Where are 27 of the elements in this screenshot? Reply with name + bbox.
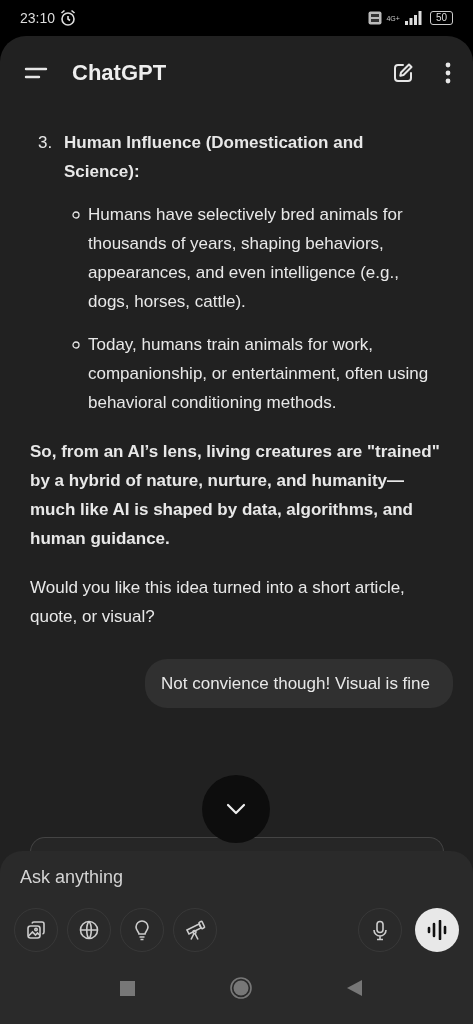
bullet-icon bbox=[72, 341, 80, 349]
list-number: 3. bbox=[38, 132, 54, 154]
voice-mode-button[interactable] bbox=[415, 908, 459, 952]
bullet-icon bbox=[72, 211, 80, 219]
recent-apps-icon[interactable] bbox=[119, 980, 135, 996]
image-icon bbox=[25, 919, 47, 941]
user-message: Not convience though! Visual is fine bbox=[145, 659, 453, 708]
waveform-icon bbox=[426, 920, 448, 940]
home-icon[interactable] bbox=[229, 977, 252, 999]
chevron-down-icon bbox=[226, 803, 246, 815]
menu-icon bbox=[24, 65, 48, 81]
summary-text: So, from an AI’s lens, living creatures are "trained" by a hybrid of nature, nurture, and humanity—much like AI is shaped by data, algorithms, and human guidance. bbox=[30, 441, 441, 550]
battery-indicator: 50 bbox=[429, 11, 453, 25]
bullet-text: Today, humans train animals for work, companionship, or entertainment, often using behavioral conditioning methods. bbox=[88, 334, 430, 414]
signal-icon bbox=[403, 11, 422, 25]
follow-up-question: Would you like this idea turned into a short article, quote, or visual? bbox=[30, 577, 406, 628]
edit-icon bbox=[391, 61, 415, 85]
telescope-icon bbox=[184, 919, 206, 941]
message-input[interactable]: Ask anything bbox=[0, 859, 473, 896]
status-time: 23:10 bbox=[20, 10, 56, 26]
app-title: ChatGPT bbox=[72, 60, 167, 86]
list-heading: Human Influence (Domestication and Science): bbox=[64, 132, 365, 183]
bullet-text: Humans have selectively bred animals for thousands of years, shaping behaviors, appearances, and even intelligence (e.g., dogs, horses, cattle). bbox=[88, 204, 404, 313]
back-icon[interactable] bbox=[346, 980, 362, 996]
alarm-clock-icon bbox=[59, 9, 78, 27]
more-icon bbox=[445, 62, 451, 84]
globe-icon bbox=[78, 919, 100, 941]
